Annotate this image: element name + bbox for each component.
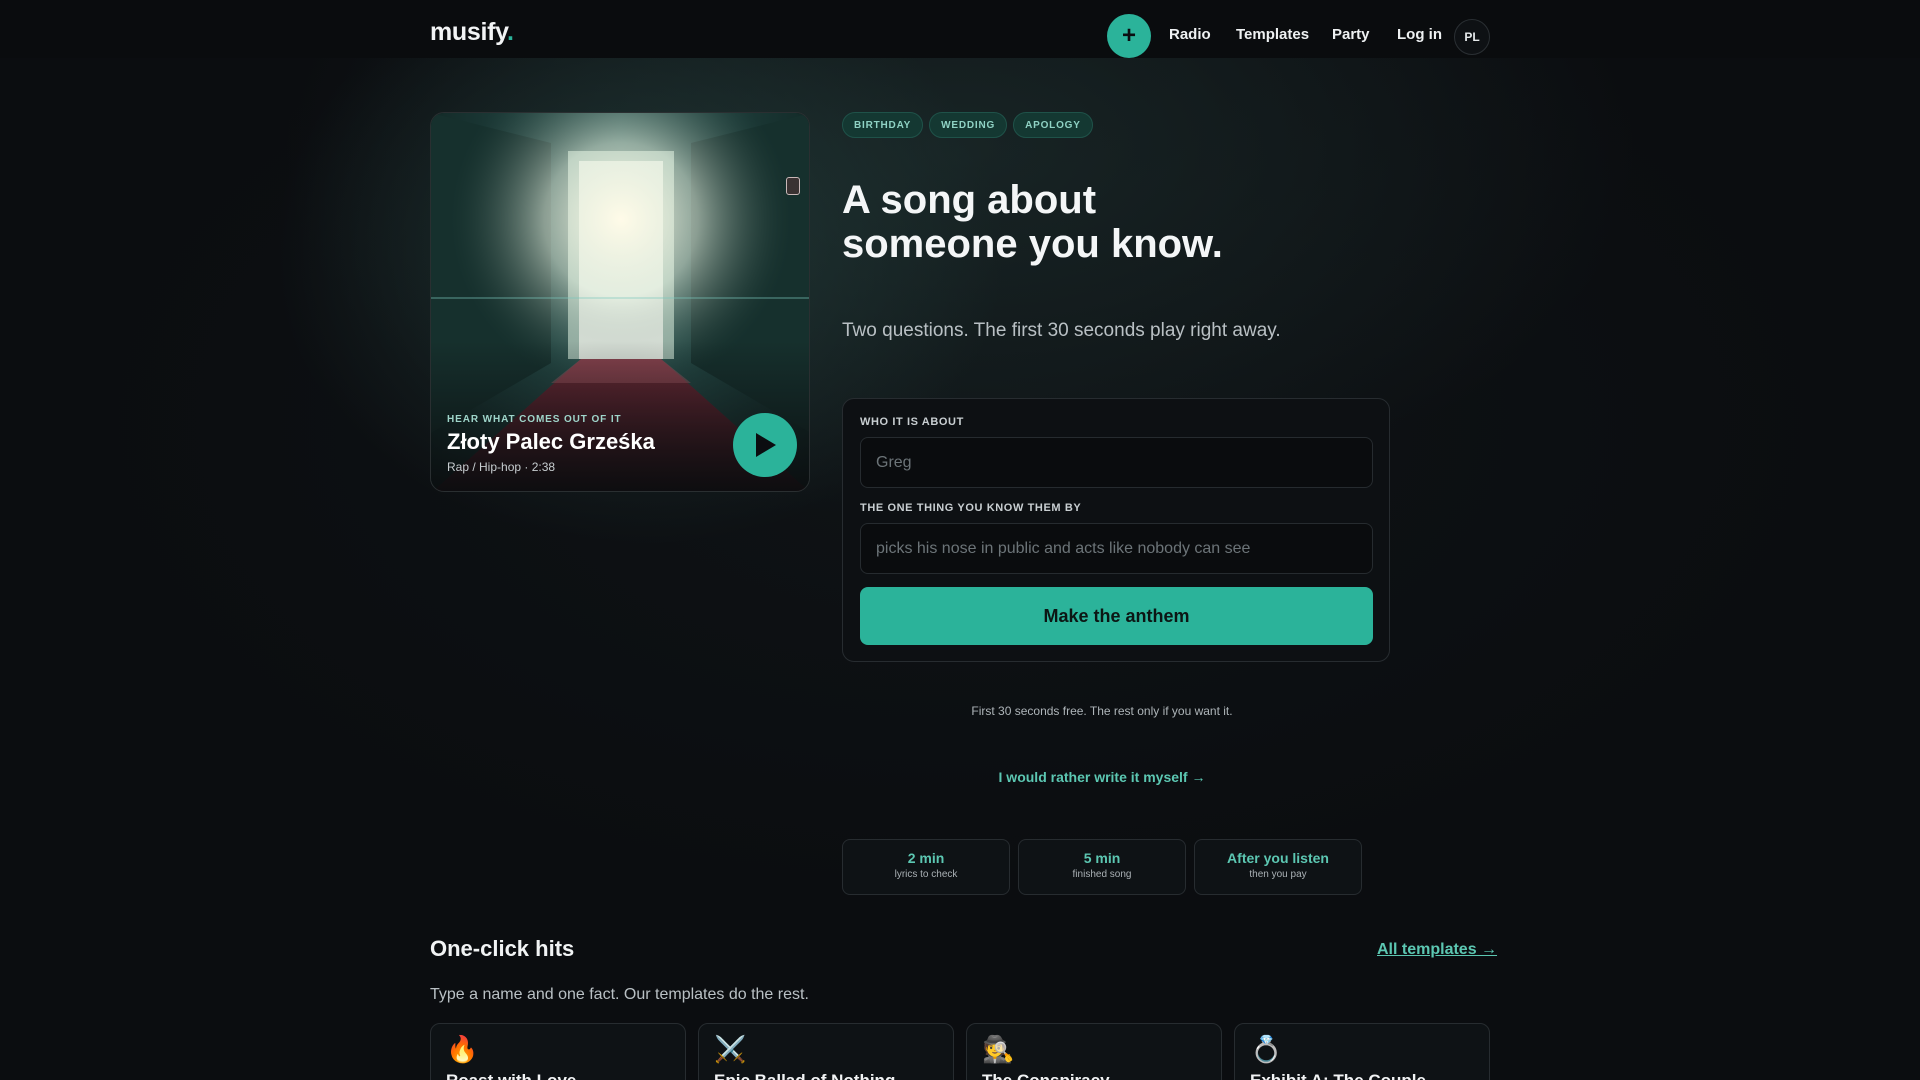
card-eyebrow: HEAR WHAT COMES OUT OF IT: [447, 414, 622, 425]
template-card[interactable]: 🕵️ The Conspiracy: [966, 1023, 1222, 1080]
stat-value: 5 min: [1083, 850, 1121, 866]
section-subtitle: Type a name and one fact. Our templates …: [430, 986, 809, 1003]
make-anthem-button[interactable]: Make the anthem: [860, 587, 1373, 645]
stat-value: 2 min: [907, 850, 945, 866]
song-form: WHO IT IS ABOUT THE ONE THING YOU KNOW T…: [842, 398, 1390, 662]
stat-song: 5 min finished song: [1018, 839, 1186, 895]
language-switch[interactable]: PL: [1454, 19, 1490, 55]
page-title: A song about someone you know.: [842, 178, 1223, 266]
create-button[interactable]: +: [1107, 14, 1151, 58]
tag-birthday[interactable]: BIRTHDAY: [842, 112, 924, 138]
stat-label: finished song: [1072, 869, 1132, 880]
stat-payment: After you listen then you pay: [1194, 839, 1362, 895]
template-cards: 🔥 Roast with Love ⚔️ Epic Ballad of Noth…: [430, 1023, 1490, 1080]
section-title: One-click hits: [430, 936, 575, 961]
stats-row: 2 min lyrics to check 5 min finished son…: [842, 839, 1362, 895]
tag-apology[interactable]: APOLOGY: [1013, 112, 1093, 138]
thing-input[interactable]: [860, 523, 1373, 574]
featured-song-card[interactable]: HEAR WHAT COMES OUT OF IT Złoty Palec Gr…: [430, 112, 810, 492]
page-subtitle: Two questions. The first 30 seconds play…: [842, 320, 1281, 341]
who-label: WHO IT IS ABOUT: [860, 416, 964, 428]
tag-wedding[interactable]: WEDDING: [929, 112, 1008, 138]
nav-link-login[interactable]: Log in: [1397, 26, 1442, 43]
all-templates-link[interactable]: All templates →: [1377, 941, 1497, 959]
thing-label: THE ONE THING YOU KNOW THEM BY: [860, 502, 1082, 514]
play-button[interactable]: [733, 413, 797, 477]
template-card[interactable]: ⚔️ Epic Ballad of Nothing: [698, 1023, 954, 1080]
plus-icon: +: [1121, 22, 1136, 49]
song-title: Złoty Palec Grześka: [447, 429, 655, 454]
template-title: Epic Ballad of Nothing: [714, 1071, 895, 1080]
nav-link-radio[interactable]: Radio: [1169, 26, 1211, 43]
detective-icon: 🕵️: [982, 1034, 1015, 1064]
logo[interactable]: musify.: [430, 18, 514, 47]
stat-label: lyrics to check: [894, 869, 958, 880]
stat-label: then you pay: [1249, 869, 1307, 880]
free-note: First 30 seconds free. The rest only if …: [971, 704, 1233, 718]
template-card[interactable]: 🔥 Roast with Love: [430, 1023, 686, 1080]
stat-lyrics: 2 min lyrics to check: [842, 839, 1010, 895]
template-title: Roast with Love: [446, 1071, 576, 1080]
fire-icon: 🔥: [446, 1034, 479, 1064]
template-card[interactable]: 💍 Exhibit A: The Couple: [1234, 1023, 1490, 1080]
template-title: Exhibit A: The Couple: [1250, 1071, 1426, 1080]
badge-icon: [786, 177, 800, 195]
template-title: The Conspiracy: [982, 1071, 1110, 1080]
ring-icon: 💍: [1250, 1034, 1283, 1064]
stat-value: After you listen: [1227, 850, 1329, 866]
play-icon: [756, 433, 776, 457]
song-meta: Rap / Hip-hop · 2:38: [447, 460, 556, 474]
crossed-swords-icon: ⚔️: [714, 1034, 747, 1064]
top-nav: musify. + Radio Templates Party Log in P…: [0, 0, 1920, 58]
nav-link-party[interactable]: Party: [1332, 26, 1370, 43]
write-yourself-link[interactable]: I would rather write it myself →: [842, 769, 1362, 785]
nav-link-templates[interactable]: Templates: [1236, 26, 1309, 43]
who-input[interactable]: [860, 437, 1373, 488]
occasion-tags: BIRTHDAY WEDDING APOLOGY: [842, 112, 1093, 138]
